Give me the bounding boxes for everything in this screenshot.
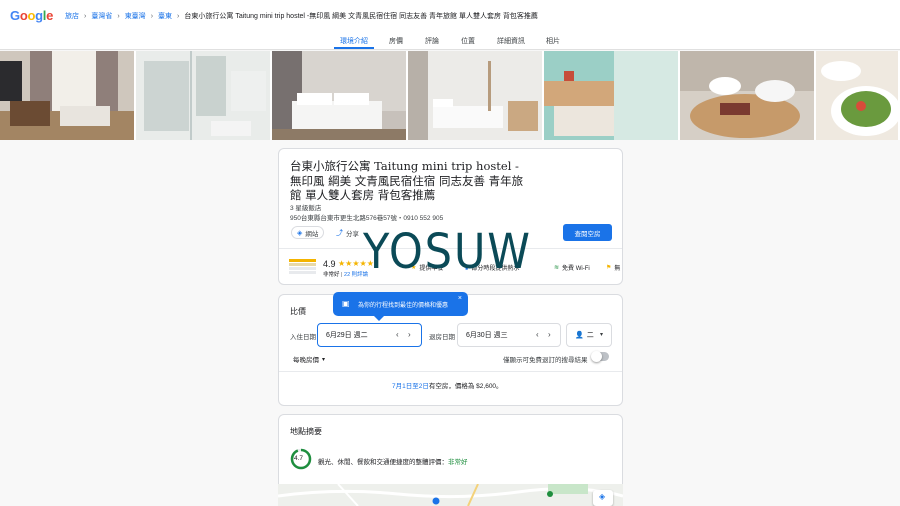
checkout-label: 退房日期 [429, 334, 455, 341]
tooltip-text: 為你的行程找到最佳的價格和優惠 [358, 302, 449, 309]
rating-bar [289, 263, 316, 266]
active-tab-indicator [334, 47, 374, 49]
tooltip-arrow [374, 316, 384, 321]
tab-reviews[interactable]: 評論 [425, 36, 439, 46]
logo-letter: o [19, 8, 28, 23]
section-tabs: 環境介紹 房價 評論 位置 詳細資訊 相片 [0, 32, 900, 50]
rating-bar [289, 259, 316, 262]
website-label: 網站 [305, 230, 319, 238]
person-icon: 👤 [575, 332, 584, 339]
availability-message: 7月1日至2日有空房，價格為 $2,600。 [392, 380, 503, 390]
share-icon: ⤴ [336, 229, 343, 237]
location-desc-text: 觀光、休閒、餐飲和交通便捷度的整體評價： [318, 459, 448, 466]
breadcrumb-item[interactable]: 臺灣省 [91, 11, 112, 21]
chevron-left-icon[interactable]: ‹ [396, 330, 399, 339]
chevron-right-icon[interactable]: › [548, 330, 551, 339]
dropdown-arrow-icon: ▾ [600, 332, 604, 338]
pricing-heading: 比價 [290, 307, 306, 316]
checkin-date-field[interactable]: 6月29日 週二 ‹ › [317, 323, 422, 347]
tab-location[interactable]: 位置 [461, 36, 475, 46]
location-description: 觀光、休閒、餐飲和交通便捷度的整體評價：非常好 [318, 456, 468, 466]
tab-overview[interactable]: 環境介紹 [340, 36, 368, 46]
chevron-right-icon[interactable]: › [408, 330, 411, 339]
gallery-photo[interactable] [816, 51, 898, 140]
guests-value: 二 [586, 332, 594, 339]
wifi-icon: ≋ [554, 265, 560, 271]
close-icon[interactable]: × [458, 295, 462, 302]
guests-selector[interactable]: 👤 二 ▾ [566, 323, 612, 347]
free-cancel-toggle[interactable] [591, 351, 609, 362]
nightly-price-dropdown[interactable]: 每晚房價 ▾ [293, 354, 326, 365]
location-rating-text: 非常好 [448, 459, 468, 466]
photo-gallery [0, 51, 900, 140]
checkout-value: 6月30日 週三 [466, 332, 508, 339]
chevron-left-icon[interactable]: ‹ [536, 330, 539, 339]
breadcrumb: 旅店 › 臺灣省 › 東臺灣 › 臺東 › 台東小旅行公寓 Taitung mi… [65, 11, 538, 21]
rating-text: 非常好 [323, 272, 340, 278]
divider [279, 371, 622, 372]
share-button[interactable]: ⤴ 分享 [331, 226, 364, 239]
chevron-right-icon: › [84, 12, 87, 20]
logo-letter: e [46, 8, 54, 23]
breadcrumb-item[interactable]: 臺東 [158, 11, 172, 21]
location-score-ring: 4.7 [290, 448, 312, 470]
gallery-photo[interactable] [408, 51, 542, 140]
amenity-more: ⚑ 無 [606, 263, 620, 272]
gallery-photo[interactable] [0, 51, 134, 140]
hotel-title: 台東小旅行公寓 Taitung mini trip hostel -無印風 綱美… [290, 159, 524, 202]
location-score: 4.7 [294, 455, 304, 462]
checkin-label: 入住日期 [290, 334, 316, 341]
breadcrumb-item[interactable]: 旅店 [65, 11, 79, 21]
calendar-icon: ▣ [342, 299, 350, 308]
location-heading: 地點摘要 [290, 427, 322, 436]
hotel-address: 950台東縣台東市更生北路576巷57號・0910 552 905 [290, 215, 444, 222]
price-tip-tooltip: ▣ 為你的行程找到最佳的價格和優惠 × [333, 292, 468, 316]
hotel-class: 3 星級飯店 [290, 205, 322, 212]
website-icon: ◈ [297, 229, 303, 237]
tab-prices[interactable]: 房價 [389, 36, 403, 46]
check-availability-button[interactable]: 查閱空房 [563, 224, 612, 241]
gallery-photo[interactable] [680, 51, 814, 140]
rating-summary: 非常好 | 22 則評論 [323, 272, 369, 278]
rating-bar [289, 267, 316, 270]
dropdown-arrow-icon: ▾ [322, 356, 326, 363]
flag-icon: ⚑ [606, 265, 612, 271]
logo-letter: G [10, 8, 20, 23]
nightly-price-label: 每晚房價 [293, 357, 319, 364]
breadcrumb-item[interactable]: 東臺灣 [125, 11, 146, 21]
website-button[interactable]: ◈ 網站 [291, 226, 325, 239]
chevron-right-icon: › [150, 12, 154, 20]
chevron-right-icon: › [177, 12, 180, 20]
rating-histogram [289, 259, 316, 276]
availability-dates-link[interactable]: 7月1日至2日 [392, 383, 429, 390]
amenity-label: 免費 Wi-Fi [562, 266, 590, 272]
tab-photos[interactable]: 相片 [546, 36, 560, 46]
logo-letter: o [27, 8, 36, 23]
logo-letter: g [35, 8, 43, 23]
chevron-right-icon: › [117, 12, 120, 20]
free-cancel-label: 僅顯示可免費退訂的搜尋結果 [503, 357, 588, 364]
checkout-date-field[interactable]: 6月30日 週三 ‹ › [457, 323, 561, 347]
rating-score: 4.9 [323, 259, 336, 269]
amenity-label: 無 [614, 266, 621, 272]
rating-bar [289, 271, 316, 274]
tab-details[interactable]: 詳細資訊 [497, 36, 525, 46]
directions-icon: ◈ [599, 492, 606, 501]
checkin-value: 6月29日 週二 [326, 332, 368, 339]
gallery-photo[interactable] [136, 51, 270, 140]
map-preview[interactable]: ◈ [278, 484, 623, 506]
availability-text: 有空房，價格為 $2,600。 [428, 383, 503, 390]
top-bar: Google 旅店 › 臺灣省 › 東臺灣 › 臺東 › 台東小旅行公寓 Tai… [0, 0, 900, 32]
gallery-photo[interactable] [272, 51, 406, 140]
breadcrumb-current: 台東小旅行公寓 Taitung mini trip hostel -無印風 綱美… [184, 13, 538, 20]
gallery-photo[interactable] [544, 51, 678, 140]
google-logo[interactable]: Google [10, 8, 53, 23]
directions-button[interactable]: ◈ [593, 490, 613, 506]
watermark: YOSUW [363, 224, 532, 280]
share-label: 分享 [346, 230, 359, 238]
amenity-wifi: ≋ 免費 Wi-Fi [554, 263, 590, 272]
